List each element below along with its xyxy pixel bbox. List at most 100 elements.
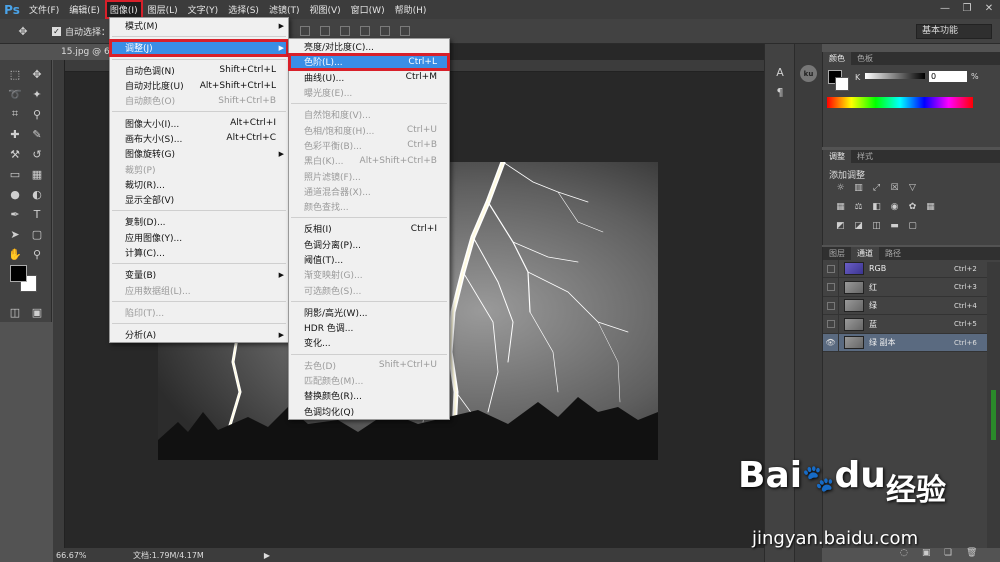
photo-filter-icon[interactable]: ◉	[889, 202, 900, 213]
color-spectrum[interactable]	[827, 97, 973, 108]
menu-option[interactable]: 变化...	[289, 335, 449, 350]
tab-channel-panel[interactable]: 路径	[879, 247, 907, 260]
paragraph-icon[interactable]: ¶	[772, 86, 788, 102]
history-brush-icon[interactable]: ↺	[28, 146, 46, 162]
menu-item[interactable]: 帮助(H)	[390, 0, 432, 19]
menu-option[interactable]: 色调均化(Q)	[289, 404, 449, 419]
menu-option[interactable]: 显示全部(V)	[110, 192, 288, 207]
healing-brush-icon[interactable]: ✚	[6, 126, 24, 142]
menu-option[interactable]: 画布大小(S)... Alt+Ctrl+C	[110, 131, 288, 146]
visibility-toggle[interactable]	[823, 278, 839, 296]
quick-mask-icon[interactable]: ◫	[6, 304, 24, 320]
menu-option[interactable]: 反相(I) Ctrl+I	[289, 221, 449, 236]
shape-tool-icon[interactable]: ▢	[28, 226, 46, 242]
document-info[interactable]: 文档:1.79M/4.17M	[133, 550, 204, 561]
character-icon[interactable]: A	[772, 66, 788, 82]
align-icon[interactable]	[300, 26, 310, 36]
bw-icon[interactable]: ◧	[871, 202, 882, 213]
menu-option[interactable]: 亮度/对比度(C)...	[289, 39, 449, 54]
align-icon[interactable]	[320, 26, 330, 36]
menu-item[interactable]: 窗口(W)	[346, 0, 390, 19]
background-color-swatch[interactable]	[835, 77, 849, 91]
align-icon[interactable]	[380, 26, 390, 36]
selective-color-icon[interactable]: ▢	[907, 221, 918, 232]
type-tool-icon[interactable]: T	[28, 206, 46, 222]
menu-option[interactable]: 分析(A) ▶	[110, 327, 288, 342]
channel-row[interactable]: 绿 Ctrl+4	[823, 296, 988, 315]
visibility-toggle[interactable]	[823, 296, 839, 315]
invert-icon[interactable]: ◩	[835, 221, 846, 232]
restore-button[interactable]: ❐	[956, 1, 978, 16]
align-icon[interactable]	[340, 26, 350, 36]
menu-option[interactable]: 曲线(U)... Ctrl+M	[289, 70, 449, 85]
dodge-tool-icon[interactable]: ◐	[28, 186, 46, 202]
menu-option[interactable]: 调整(J) ▶	[109, 39, 289, 57]
menu-option[interactable]: 计算(C)...	[110, 245, 288, 260]
menu-option[interactable]: 复制(D)...	[110, 214, 288, 229]
zoom-level[interactable]: 66.67%	[53, 551, 93, 560]
tab-channel-panel[interactable]: 图层	[823, 247, 851, 260]
close-button[interactable]: ✕	[978, 1, 1000, 16]
move-tool-preset-icon[interactable]: ✥	[14, 23, 32, 39]
menu-item[interactable]: 视图(V)	[304, 0, 345, 19]
hand-tool-icon[interactable]: ✋	[6, 246, 24, 262]
workspace-select[interactable]: 基本功能	[916, 24, 992, 39]
menu-option[interactable]: 阴影/高光(W)...	[289, 305, 449, 320]
triangle-icon[interactable]: ▽	[907, 183, 918, 194]
status-menu-arrow-icon[interactable]: ▶	[264, 551, 270, 560]
menu-option[interactable]: HDR 色调...	[289, 320, 449, 335]
eyedropper-icon[interactable]: ⚲	[28, 106, 46, 122]
move-tool-icon[interactable]: ✥	[28, 66, 46, 82]
menu-item[interactable]: 编辑(E)	[64, 0, 105, 19]
screen-mode-icon[interactable]: ▣	[28, 304, 46, 320]
tab-styles[interactable]: 样式	[851, 150, 879, 163]
marquee-tool-icon[interactable]: ⬚	[6, 66, 24, 82]
menu-option[interactable]: 裁切(R)...	[110, 177, 288, 192]
menu-option[interactable]: 自动色调(N) Shift+Ctrl+L	[110, 63, 288, 78]
posterize-icon[interactable]: ◪	[853, 221, 864, 232]
menu-option[interactable]: 阈值(T)...	[289, 252, 449, 267]
crop-tool-icon[interactable]: ⌗	[6, 106, 24, 122]
align-icon[interactable]	[400, 26, 410, 36]
visibility-toggle[interactable]	[823, 259, 839, 278]
pen-tool-icon[interactable]: ✒	[6, 206, 24, 222]
magic-wand-icon[interactable]: ✦	[28, 86, 46, 102]
channel-row[interactable]: 👁 绿 副本 Ctrl+6	[823, 333, 988, 352]
hue-sat-icon[interactable]: ▦	[835, 202, 846, 213]
k-slider[interactable]	[865, 73, 925, 79]
curves-icon[interactable]: ⤢	[871, 183, 882, 194]
brush-tool-icon[interactable]: ✎	[28, 126, 46, 142]
menu-option[interactable]: 变量(B) ▶	[110, 267, 288, 282]
tab-swatches[interactable]: 色板	[851, 52, 879, 65]
visibility-toggle[interactable]	[823, 315, 839, 333]
mixer-icon[interactable]: ✿	[907, 202, 918, 213]
menu-option[interactable]: 自动对比度(U) Alt+Shift+Ctrl+L	[110, 78, 288, 93]
levels-icon[interactable]: ▥	[853, 183, 864, 194]
menu-option[interactable]: 图像大小(I)... Alt+Ctrl+I	[110, 115, 288, 130]
menu-item[interactable]: 文件(F)	[24, 0, 64, 19]
menu-option[interactable]: 色调分离(P)...	[289, 237, 449, 252]
channel-row[interactable]: 蓝 Ctrl+5	[823, 315, 988, 334]
eye-icon[interactable]: 👁	[823, 333, 839, 352]
panel-scroll-thumb[interactable]	[991, 390, 996, 440]
zoom-tool-icon[interactable]: ⚲	[28, 246, 46, 262]
menu-option[interactable]: 模式(M) ▶	[110, 18, 288, 33]
clone-stamp-icon[interactable]: ⚒	[6, 146, 24, 162]
balance-icon[interactable]: ⚖	[853, 202, 864, 213]
tab-adjustments[interactable]: 调整	[823, 150, 851, 163]
exposure-icon[interactable]: ☒	[889, 183, 900, 194]
lookup-icon[interactable]: ▦	[925, 202, 936, 213]
tab-color[interactable]: 颜色	[823, 52, 851, 65]
ku-icon[interactable]: ku	[800, 65, 817, 82]
menu-option[interactable]: 替换颜色(R)...	[289, 388, 449, 403]
foreground-color-chip[interactable]	[10, 265, 27, 282]
brightness-icon[interactable]: ☼	[835, 183, 846, 194]
gradient-map-icon[interactable]: ▬	[889, 221, 900, 232]
channel-row[interactable]: 红 Ctrl+3	[823, 278, 988, 297]
gradient-tool-icon[interactable]: ▦	[28, 166, 46, 182]
channel-row[interactable]: RGB Ctrl+2	[823, 259, 988, 278]
menu-option[interactable]: 应用图像(Y)...	[110, 230, 288, 245]
path-select-icon[interactable]: ➤	[6, 226, 24, 242]
menu-option[interactable]: 图像旋转(G) ▶	[110, 146, 288, 161]
menu-option[interactable]: 色阶(L)... Ctrl+L	[288, 53, 450, 71]
